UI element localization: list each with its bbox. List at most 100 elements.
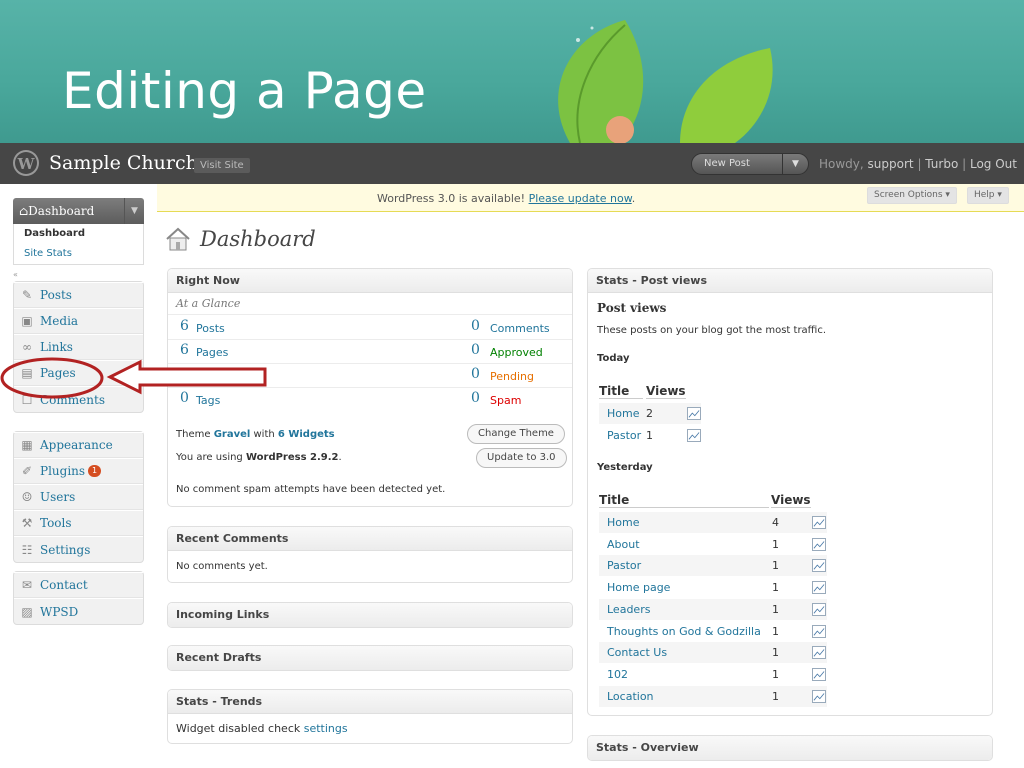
settings-link[interactable]: settings [304,722,348,735]
version-info: You are using WordPress 2.9.2. [176,452,342,463]
menu-dashboard-group: ⌂ Dashboard ▼ Dashboard Site Stats [13,198,144,265]
post-views: 1 [772,624,779,638]
submenu-dashboard[interactable]: Dashboard [14,224,143,244]
wordpress-logo-icon[interactable]: W [12,149,40,177]
table-row: 102 1 [599,664,827,685]
widgets-link[interactable]: 6 Widgets [278,429,335,440]
comments-link[interactable]: Comments [490,322,550,335]
posts-count[interactable]: 6 [180,318,189,334]
pending-link[interactable]: Pending [490,370,534,383]
menu-item-settings[interactable]: ☷ Settings [14,536,143,562]
post-link[interactable]: Thoughts on God & Godzilla [607,625,761,638]
menu-separator [13,421,144,431]
chevron-down-icon[interactable]: ▼ [124,198,144,224]
chart-icon[interactable] [812,516,826,529]
stats-overview-title[interactable]: Stats - Overview [588,736,992,760]
table-row: Contact Us 1 [599,642,827,664]
yesterday-col-title: Title [599,493,769,508]
menu-item-contact[interactable]: ✉ Contact [14,572,143,598]
menu-item-users[interactable]: ☺ Users [14,484,143,510]
stats-post-views-widget: Stats - Post views Post views These post… [587,268,993,716]
recent-drafts-widget: Recent Drafts [167,645,573,671]
menu-item-wpsd[interactable]: ▨ WPSD [14,598,143,624]
plugin-icon: ✐ [21,464,33,478]
post-link[interactable]: About [607,538,640,551]
spam-link[interactable]: Spam [490,394,521,407]
slide-title: Editing a Page [62,62,427,120]
table-row: Leaders 1 [599,598,827,620]
spam-count[interactable]: 0 [471,390,480,406]
post-link[interactable]: Home page [607,581,670,594]
chart-icon[interactable] [812,559,826,573]
settings-icon: ☷ [21,542,33,557]
right-now-title[interactable]: Right Now [168,269,572,293]
table-row: Home page 1 [599,577,827,598]
post-link[interactable]: Pastor [607,429,641,442]
menu-item-plugins[interactable]: ✐ Plugins 1 [14,458,143,484]
stats-post-views-title[interactable]: Stats - Post views [588,269,992,293]
update-notice-text: WordPress 3.0 is available! Please updat… [377,192,636,205]
post-views: 1 [772,537,779,551]
menu-item-appearance[interactable]: ▦ Appearance [14,432,143,458]
incoming-links-title[interactable]: Incoming Links [168,603,572,627]
dashboard-submenu: Dashboard Site Stats [13,224,144,265]
post-link[interactable]: Home [607,407,639,420]
update-button[interactable]: Update to 3.0 [476,448,567,468]
menu-item-tools[interactable]: ⚒ Tools [14,510,143,536]
post-link[interactable]: Location [607,690,654,703]
chart-icon[interactable] [687,407,701,420]
help-button[interactable]: Help ▾ [967,187,1009,204]
annotation-arrow [0,357,267,399]
svg-text:W: W [17,155,36,173]
post-link[interactable]: 102 [607,668,628,681]
chart-icon[interactable] [812,689,826,703]
user-link[interactable]: support [868,157,914,171]
chart-icon[interactable] [812,537,826,551]
menu-item-media[interactable]: ▣ Media [14,308,143,334]
stats-trends-title[interactable]: Stats - Trends [168,690,572,714]
post-views: 1 [772,581,779,595]
incoming-links-widget: Incoming Links [167,602,573,628]
post-views: 1 [772,667,779,681]
approved-link[interactable]: Approved [490,346,543,359]
new-post-button[interactable]: New Post ▼ [691,153,809,175]
visit-site-button[interactable]: Visit Site [194,158,250,173]
table-row: Thoughts on God & Godzilla 1 [599,621,827,642]
site-title[interactable]: Sample Church [49,152,198,174]
update-now-link[interactable]: Please update now [529,192,632,205]
recent-drafts-title[interactable]: Recent Drafts [168,646,572,670]
tools-icon: ⚒ [21,516,33,530]
turbo-link[interactable]: Turbo [925,157,958,171]
chart-icon[interactable] [812,602,826,616]
change-theme-button[interactable]: Change Theme [467,424,565,444]
recent-comments-widget: Recent Comments No comments yet. [167,526,573,583]
chart-icon[interactable] [812,646,826,660]
menu-group-plugins: ✉ Contact ▨ WPSD [13,571,144,625]
menu-separator[interactable]: « [13,271,144,281]
today-col-views: Views [646,384,686,399]
post-link[interactable]: Home [607,516,639,529]
post-link[interactable]: Pastor [607,559,641,572]
submenu-site-stats[interactable]: Site Stats [14,244,143,264]
comments-count[interactable]: 0 [471,318,480,334]
media-icon: ▣ [21,314,33,328]
menu-item-posts[interactable]: ✎ Posts [14,282,143,308]
post-link[interactable]: Leaders [607,603,650,616]
pending-count[interactable]: 0 [471,366,480,382]
screen-options-button[interactable]: Screen Options ▾ [867,187,957,204]
theme-link[interactable]: Gravel [214,429,251,440]
chart-icon[interactable] [687,429,701,442]
approved-count[interactable]: 0 [471,342,480,358]
chart-icon[interactable] [812,624,826,638]
logout-link[interactable]: Log Out [970,157,1017,171]
chevron-down-icon[interactable]: ▼ [782,154,808,174]
posts-link[interactable]: Posts [196,322,225,335]
menu-dashboard[interactable]: ⌂ Dashboard ▼ [13,198,144,224]
chart-icon[interactable] [812,667,826,681]
recent-comments-title[interactable]: Recent Comments [168,527,572,551]
post-link[interactable]: Contact Us [607,646,667,659]
chart-icon[interactable] [812,581,826,595]
wp-version: WordPress 2.9.2 [245,452,339,463]
slide-banner: Editing a Page [0,0,1024,143]
post-views-heading: Post views [597,301,667,315]
